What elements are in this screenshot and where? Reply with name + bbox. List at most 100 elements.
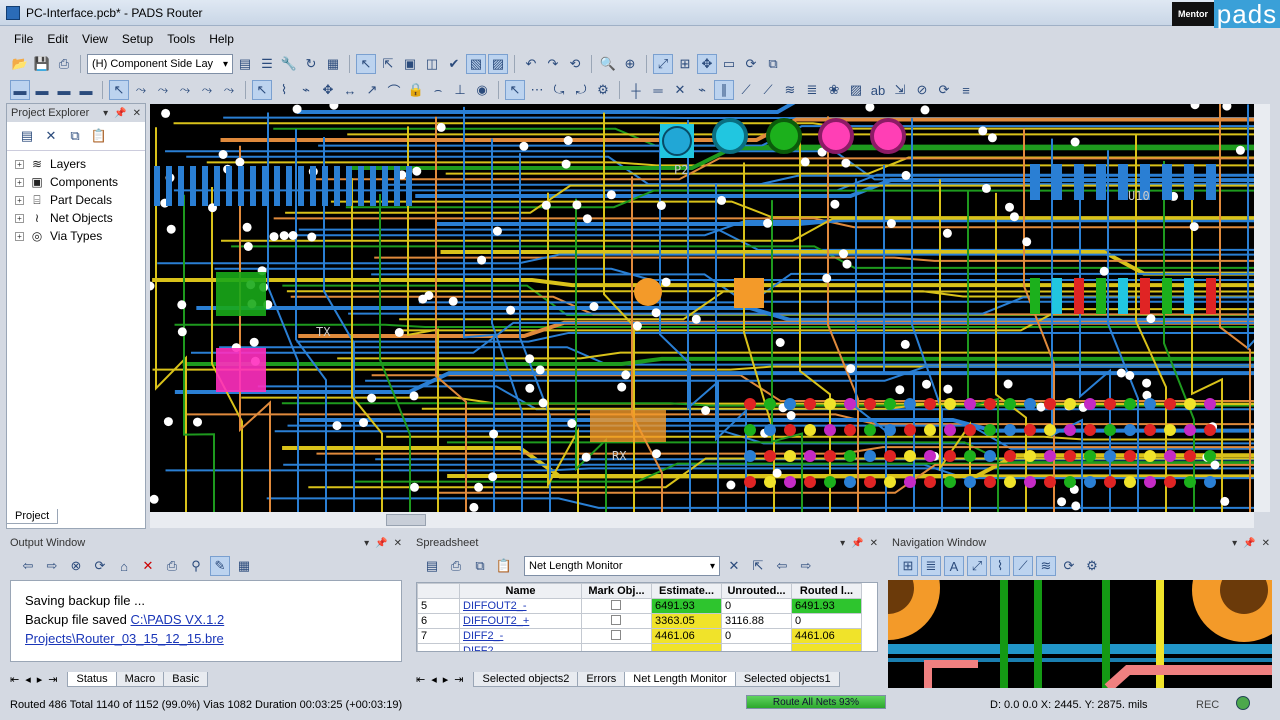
plow-icon[interactable]: ⌁ [296,80,316,100]
pin-icon[interactable]: 📌 [1243,538,1255,549]
table-row[interactable]: DIFF2 [417,643,862,651]
tab-errors[interactable]: Errors [577,671,626,687]
tree-item-part-decals[interactable]: + ⌸ Part Decals [15,191,137,209]
refresh-icon[interactable]: ↻ [301,54,321,74]
tree-item-net-objects[interactable]: + ≀ Net Objects [15,209,137,227]
dropdown-icon[interactable]: ▾ [103,108,108,119]
add-trace-icon[interactable]: ┼ [626,80,646,100]
tab-project[interactable]: Project [6,509,59,524]
route-mode-icon[interactable]: ▧ [466,54,486,74]
route-icon[interactable]: ⤳ [131,80,151,100]
print-output-icon[interactable]: ⎙ [162,556,182,576]
col-mark[interactable]: Mark Obj... [581,583,652,599]
parallel-icon[interactable]: ∥ [714,80,734,100]
tab-status[interactable]: Status [67,671,117,687]
sheet-back-icon[interactable]: ⇦ [772,556,792,576]
delete-icon[interactable]: ✕ [41,126,61,146]
component-icon[interactable]: ▣ [400,54,420,74]
diff-pair-icon[interactable]: ═ [648,80,668,100]
backup-path-link[interactable]: C:\PADS VX.1.2 [131,612,225,627]
window-icon[interactable]: ⧉ [763,54,783,74]
col-unrouted[interactable]: Unrouted... [721,583,792,599]
scroll-thumb[interactable] [386,514,426,526]
tab-selected-objects-2[interactable]: Selected objects2 [473,671,579,687]
nav-pan-icon[interactable]: ⤢ [967,556,987,576]
layout-mode2-icon[interactable]: ▬ [32,80,52,100]
new-icon[interactable]: ▤ [17,126,37,146]
select-arrow-icon[interactable]: ↖ [109,80,129,100]
edit-icon[interactable]: ✎ [210,556,230,576]
menu-view[interactable]: View [82,32,108,46]
measure-icon[interactable]: ⇲ [890,80,910,100]
close-icon[interactable]: ✕ [133,108,141,119]
route3-icon[interactable]: ⤳ [175,80,195,100]
tree-item-layers[interactable]: + ≋ Layers [15,155,137,173]
copy-icon[interactable]: ⧉ [65,126,85,146]
sheet-copy-icon[interactable]: ⧉ [470,556,490,576]
tab-net-length-monitor[interactable]: Net Length Monitor [624,671,736,687]
text-icon[interactable]: ab [868,80,888,100]
autoroute-icon[interactable]: ▨ [488,54,508,74]
zoom-window-icon[interactable]: ⤢ [653,54,673,74]
redo-icon[interactable]: ↷ [543,54,563,74]
select-filter-icon[interactable]: ⇱ [378,54,398,74]
lock-icon[interactable]: 🔒 [406,80,426,100]
select-mode-icon[interactable]: ↖ [356,54,376,74]
nav-stack-icon[interactable]: ≋ [1036,556,1056,576]
home-icon[interactable]: ⌂ [114,556,134,576]
drc-icon[interactable]: ▦ [323,54,343,74]
layout-mode4-icon[interactable]: ▬ [76,80,96,100]
backup-path-link-2[interactable]: Projects\Router_03_15_12_15.bre [25,629,387,648]
nav-layers-icon[interactable]: ≣ [921,556,941,576]
properties-icon[interactable]: ▤ [235,54,255,74]
dropdown-icon[interactable]: ▾ [364,538,369,549]
nav-settings-icon[interactable]: ⚙ [1082,556,1102,576]
dropdown-icon[interactable]: ▾ [840,538,845,549]
fanout-icon[interactable]: ⚙ [593,80,613,100]
zoom-board-icon[interactable]: ⊞ [675,54,695,74]
route4-icon[interactable]: ⤳ [197,80,217,100]
navigation-preview[interactable] [888,580,1272,688]
save-icon[interactable]: 💾 [32,54,52,74]
table-row[interactable]: 7 DIFF2_- 4461.06 0 4461.06 [417,628,862,644]
sheet-paste-icon[interactable]: 📋 [494,556,514,576]
clear-output-icon[interactable]: ✕ [138,556,158,576]
layer-select[interactable]: (H) Component Side Lay [87,54,233,74]
print-icon[interactable]: ⎙ [54,54,74,74]
route-angle2-icon[interactable]: ⟋ [758,80,778,100]
col-name[interactable]: Name [459,583,582,599]
pin-icon[interactable]: 📌 [375,538,387,549]
tab-basic[interactable]: Basic [163,671,209,687]
corner-icon[interactable]: ↗ [362,80,382,100]
paste-icon[interactable]: 📋 [89,126,109,146]
pin-icon[interactable]: 📌 [114,108,126,119]
sheet-print-icon[interactable]: ⎙ [446,556,466,576]
nav-zoom-icon[interactable]: ⊞ [898,556,918,576]
ratsnest2-icon[interactable]: ⌁ [692,80,712,100]
layer-toggle-icon[interactable]: ≡ [956,80,976,100]
list-icon[interactable]: ☰ [257,54,277,74]
menu-file[interactable]: File [14,32,33,46]
menu-setup[interactable]: Setup [122,32,153,46]
menu-help[interactable]: Help [209,32,234,46]
route-angle-icon[interactable]: ⟋ [736,80,756,100]
route5-icon[interactable]: ⤳ [219,80,239,100]
close-icon[interactable]: ✕ [1262,538,1270,549]
undo-icon[interactable]: ↶ [521,54,541,74]
close-icon[interactable]: ✕ [394,538,402,549]
cycle-icon[interactable]: ⟳ [934,80,954,100]
arc-icon[interactable]: ⌒ [384,80,404,100]
find-icon[interactable]: ⚲ [186,556,206,576]
chip-icon[interactable]: ◫ [422,54,442,74]
view-extents-icon[interactable]: ▭ [719,54,739,74]
select3-icon[interactable]: ↖ [505,80,525,100]
menu-edit[interactable]: Edit [47,32,68,46]
nav-a-icon[interactable]: A [944,556,964,576]
open-icon[interactable]: 📂 [10,54,30,74]
autoroute-comp-icon[interactable]: ⤾ [571,80,591,100]
stretch-icon[interactable]: ↔ [340,80,360,100]
zoom-icon[interactable]: 🔍 [598,54,618,74]
sheet-delete-icon[interactable]: ✕ [724,556,744,576]
col-estimate[interactable]: Estimate... [651,583,722,599]
redraw-icon[interactable]: ⟳ [741,54,761,74]
